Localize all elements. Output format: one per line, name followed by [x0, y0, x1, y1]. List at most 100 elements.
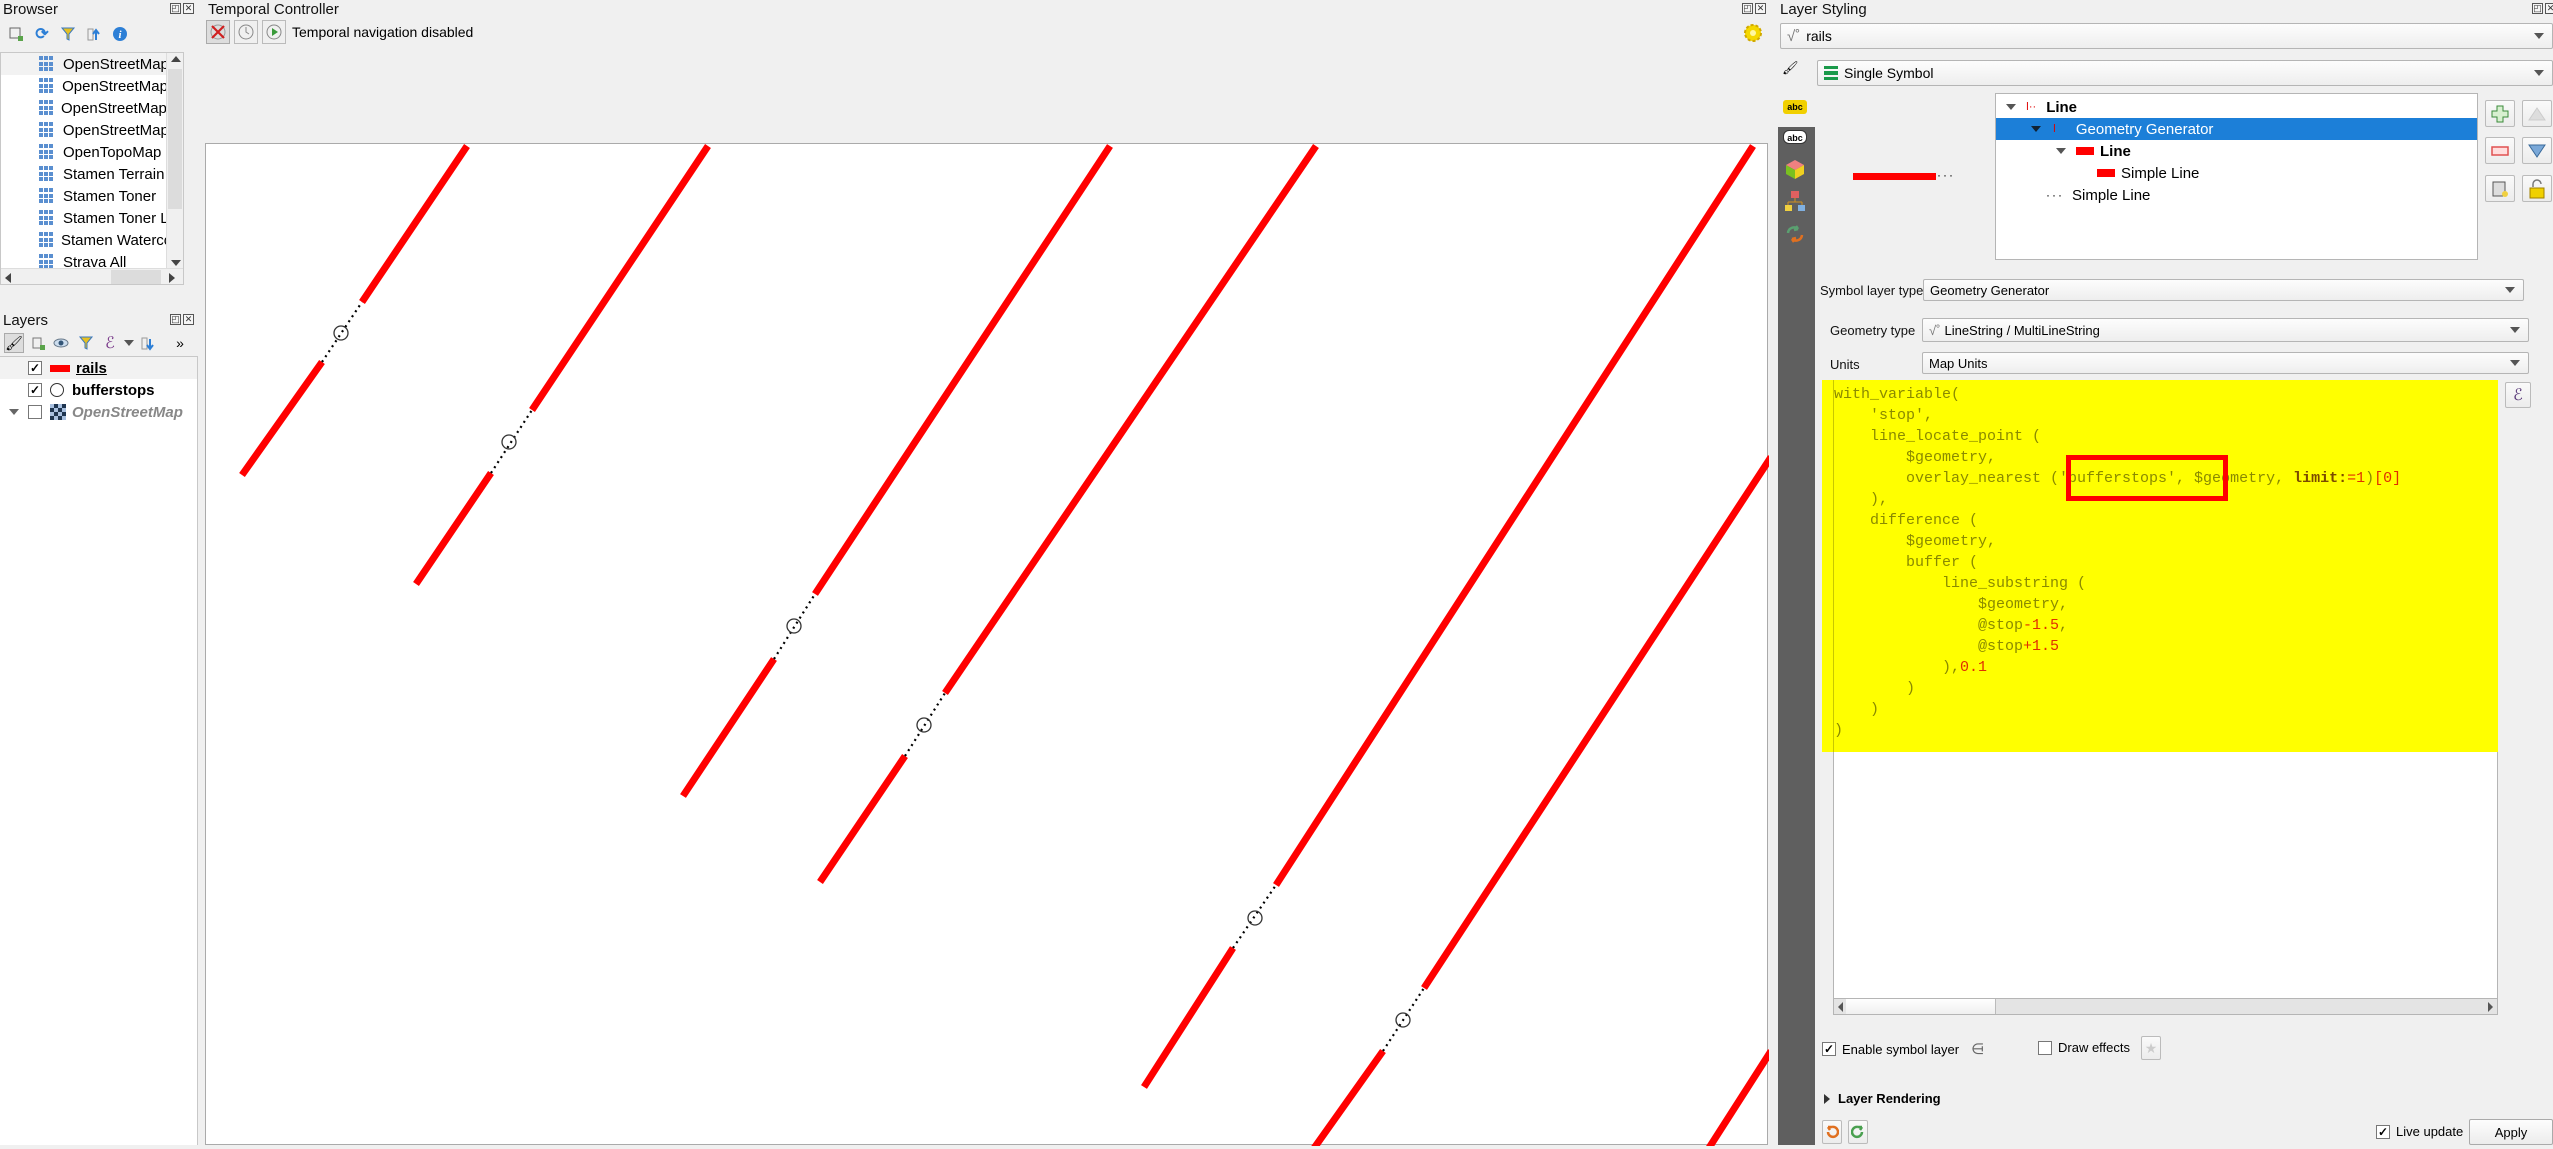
enable-symbol-layer-checkbox[interactable]: ✓: [1822, 1042, 1836, 1056]
labels-tab-icon[interactable]: abc: [1783, 100, 1807, 114]
line-symbol-icon: ǀ··: [2026, 101, 2037, 113]
more-icon[interactable]: »: [170, 333, 190, 353]
live-update-row: ✓ Live update: [2376, 1124, 2463, 1139]
close-icon[interactable]: ✕: [183, 314, 194, 325]
remove-symbol-layer-button[interactable]: [2485, 137, 2515, 164]
browser-item[interactable]: Stamen Toner Lig: [1, 207, 183, 229]
move-down-button[interactable]: [2522, 137, 2552, 164]
disable-temporal-button[interactable]: [206, 20, 230, 44]
layer-item-bufferstops[interactable]: ✓ bufferstops: [0, 379, 197, 401]
float-icon[interactable]: ◰: [1742, 3, 1753, 14]
browser-vscrollbar[interactable]: [166, 53, 183, 269]
generator-symbol-icon: ǀ: [2053, 123, 2056, 135]
tree-row-line[interactable]: ǀ·· Line: [1996, 96, 2477, 118]
line-symbol-icon: [2097, 169, 2115, 177]
data-defined-override-icon[interactable]: ⋳: [1971, 1040, 1984, 1058]
3d-view-tab-icon[interactable]: [1784, 158, 1806, 183]
expression-editor-empty[interactable]: [1833, 752, 2498, 998]
browser-item[interactable]: OpenStreetMap S: [1, 119, 183, 141]
expression-filter-icon[interactable]: ℰ: [100, 333, 120, 353]
layer-visibility-checkbox[interactable]: ✓: [28, 383, 42, 397]
expression-editor[interactable]: with_variable( 'stop', line_locate_point…: [1822, 380, 2498, 752]
rail-segment: [413, 471, 494, 586]
styling-side-tabs: [1778, 95, 1815, 1145]
expand-icon[interactable]: [2056, 148, 2066, 154]
gear-icon[interactable]: [1742, 22, 1764, 47]
browser-item[interactable]: Stamen Watercolo: [1, 229, 183, 251]
tree-row-simple-line[interactable]: Simple Line: [1996, 162, 2477, 184]
expression-hscrollbar[interactable]: [1833, 998, 2498, 1015]
layer-select[interactable]: √˚ rails: [1780, 23, 2553, 49]
expression-builder-button[interactable]: ℰ: [2505, 382, 2531, 408]
float-icon[interactable]: ◰: [170, 314, 181, 325]
symbology-tab-icon[interactable]: 🖌: [1782, 60, 1799, 76]
symbol-layer-type-label: Symbol layer type: [1820, 283, 1924, 298]
animated-temporal-button[interactable]: [262, 20, 286, 44]
layer-item-rails[interactable]: ✓ rails: [0, 357, 197, 379]
browser-item[interactable]: Stamen Toner: [1, 185, 183, 207]
add-group-icon[interactable]: [28, 333, 48, 353]
expand-icon[interactable]: [2006, 104, 2016, 110]
browser-item[interactable]: OpenStreetMap M: [1, 97, 183, 119]
apply-button[interactable]: Apply: [2469, 1119, 2553, 1145]
close-icon[interactable]: ✕: [2545, 3, 2553, 14]
dotted-line-symbol-icon: ···: [2046, 188, 2064, 202]
effects-star-button[interactable]: ★: [2141, 1036, 2161, 1060]
expand-icon: [1824, 1093, 1830, 1104]
dropdown-icon[interactable]: [124, 333, 134, 353]
collapse-all-icon[interactable]: [138, 333, 158, 353]
filter-icon[interactable]: [58, 24, 78, 44]
collapse-icon[interactable]: [84, 24, 104, 44]
lock-layer-button[interactable]: [2522, 175, 2552, 202]
browser-item[interactable]: OpenStreetMap H: [1, 75, 183, 97]
layer-visibility-checkbox[interactable]: [28, 405, 42, 419]
symbol-layer-type-select[interactable]: Geometry Generator: [1923, 279, 2524, 301]
filter-icon[interactable]: [76, 333, 96, 353]
browser-tree[interactable]: OpenStreetMap OpenStreetMap H OpenStreetMa…: [0, 52, 184, 285]
expand-icon[interactable]: [0, 409, 28, 415]
redo-button[interactable]: [1848, 1120, 1868, 1144]
style-manager-icon[interactable]: 🖌: [4, 333, 24, 353]
float-icon[interactable]: ◰: [170, 3, 181, 14]
expand-icon[interactable]: [2031, 126, 2041, 132]
browser-item[interactable]: OpenStreetMap: [1, 53, 183, 75]
browser-item[interactable]: OpenTopoMap: [1, 141, 183, 163]
layers-tree[interactable]: ✓ rails ✓ bufferstops OpenStreetMap: [0, 356, 198, 1145]
masks-tab-icon[interactable]: abc: [1783, 130, 1807, 144]
layer-item-openstreetmap[interactable]: OpenStreetMap: [0, 401, 197, 423]
units-value: Map Units: [1929, 355, 1988, 371]
units-select[interactable]: Map Units: [1922, 352, 2529, 374]
info-icon[interactable]: i: [110, 24, 130, 44]
add-symbol-layer-button[interactable]: [2485, 100, 2515, 127]
geometry-type-select[interactable]: √˚ LineString / MultiLineString: [1922, 318, 2529, 342]
close-icon[interactable]: ✕: [1755, 3, 1766, 14]
bufferstop-marker: [333, 325, 349, 341]
refresh-icon[interactable]: ⟳: [32, 24, 52, 44]
fixed-range-button[interactable]: [234, 20, 258, 44]
map-canvas[interactable]: [205, 143, 1774, 1149]
undo-button[interactable]: [1822, 1120, 1842, 1144]
move-up-button[interactable]: [2522, 100, 2552, 127]
raster-layer-icon: [50, 404, 66, 420]
visibility-icon[interactable]: [52, 333, 72, 353]
tree-row-line-sub[interactable]: Line: [1996, 140, 2477, 162]
layer-rendering-group[interactable]: Layer Rendering: [1824, 1091, 1941, 1106]
tree-row-simple-line-dotted[interactable]: ··· Simple Line: [1996, 184, 2477, 206]
expression-line: ): [1834, 722, 1844, 739]
close-icon[interactable]: ✕: [183, 3, 194, 14]
browser-title: Browser: [3, 1, 59, 18]
symbol-layer-tree[interactable]: ǀ·· Line ǀ Geometry Generator Line Simpl…: [1995, 93, 2478, 260]
float-icon[interactable]: ◰: [2532, 3, 2543, 14]
geometry-type-label: Geometry type: [1830, 323, 1916, 338]
layer-visibility-checkbox[interactable]: ✓: [28, 361, 42, 375]
browser-item[interactable]: Stamen Terrain: [1, 163, 183, 185]
duplicate-symbol-layer-button[interactable]: [2485, 175, 2515, 202]
tree-row-geometry-generator[interactable]: ǀ Geometry Generator: [1996, 118, 2477, 140]
live-update-checkbox[interactable]: ✓: [2376, 1124, 2390, 1139]
renderer-select[interactable]: Single Symbol: [1817, 60, 2553, 86]
diagrams-tab-icon[interactable]: [1784, 190, 1806, 215]
browser-hscrollbar[interactable]: [1, 268, 183, 284]
draw-effects-checkbox[interactable]: [2038, 1040, 2052, 1055]
history-tab-icon[interactable]: [1784, 223, 1806, 248]
add-layer-icon[interactable]: [6, 24, 26, 44]
